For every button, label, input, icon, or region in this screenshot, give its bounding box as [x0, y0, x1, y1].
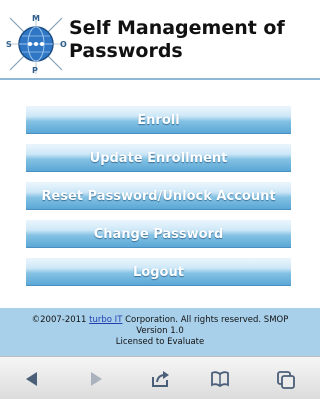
share-icon[interactable] [150, 369, 170, 389]
license-text: Licensed to Evaluate [115, 337, 205, 347]
enroll-button[interactable]: Enroll [26, 106, 291, 134]
logo-letter-p: P [32, 66, 38, 75]
header-divider [0, 78, 320, 80]
logo-letter-o: O [60, 40, 67, 49]
footer: ©2007-2011 turbo IT Corporation. All rig… [0, 308, 320, 356]
app-header: M S O P Self Management of Passwords [0, 0, 320, 78]
browser-toolbar [0, 356, 320, 399]
logo-letter-s: S [6, 40, 12, 49]
reset-password-unlock-button[interactable]: Reset Password/Unlock Account [26, 182, 291, 210]
logo-letter-m: M [32, 14, 40, 23]
copyright-suffix: Corporation. All rights reserved. SMOP [122, 315, 289, 325]
bookmarks-book-icon[interactable] [210, 369, 230, 389]
smop-logo: M S O P [4, 12, 68, 76]
change-password-button[interactable]: Change Password [26, 220, 291, 248]
back-arrow-icon[interactable] [22, 369, 42, 389]
copyright-prefix: ©2007-2011 [31, 315, 90, 325]
tabs-icon[interactable] [276, 369, 296, 389]
page-title: Self Management of Passwords [69, 17, 285, 62]
copyright-line: ©2007-2011 turbo IT Corporation. All rig… [0, 308, 320, 326]
turbo-it-link[interactable]: turbo IT [89, 315, 122, 325]
forward-arrow-icon[interactable] [86, 369, 106, 389]
logout-button[interactable]: Logout [26, 258, 291, 286]
version-text: Version 1.0 [136, 326, 184, 336]
update-enrollment-button[interactable]: Update Enrollment [26, 144, 291, 172]
